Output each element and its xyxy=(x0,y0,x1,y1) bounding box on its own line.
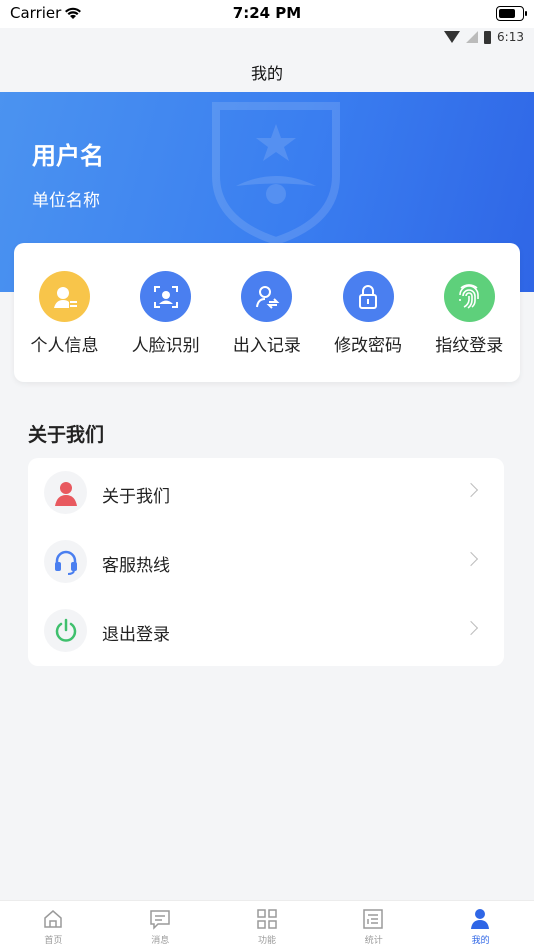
quick-action-label: 出入记录 xyxy=(232,336,301,356)
menu-item-label: 退出登录 xyxy=(102,625,170,645)
menu-item-label: 客服热线 xyxy=(102,556,170,576)
tab-bar: 首页 消息 功能 统计 我的 xyxy=(0,900,534,950)
tab-mine[interactable]: 我的 xyxy=(427,901,534,950)
quick-action-label: 指纹登录 xyxy=(435,336,504,356)
tab-label: 消息 xyxy=(151,936,170,946)
tab-home[interactable]: 首页 xyxy=(0,901,107,950)
message-icon xyxy=(150,910,170,930)
ios-status-bar: Carrier 7:24 PM xyxy=(0,0,534,28)
face-scan-icon xyxy=(140,271,192,322)
menu-item-customer-service[interactable]: 客服热线 xyxy=(28,527,504,596)
quick-action-label: 修改密码 xyxy=(334,336,403,356)
unit-name: 单位名称 xyxy=(32,191,100,211)
settings-menu: 关于我们 客服热线 退出登录 xyxy=(28,458,504,666)
grid-icon xyxy=(256,909,277,929)
tab-label: 首页 xyxy=(44,936,63,946)
quick-actions-card: 个人信息 人脸识别 出入记录 修改密码 指纹登录 xyxy=(14,243,520,382)
fingerprint-icon xyxy=(443,271,495,322)
person-icon xyxy=(44,471,87,514)
tab-messages[interactable]: 消息 xyxy=(107,901,214,950)
battery-icon xyxy=(484,30,492,44)
menu-item-logout[interactable]: 退出登录 xyxy=(28,596,504,665)
access-record-icon xyxy=(241,271,293,322)
profile-icon xyxy=(471,909,490,929)
quick-action-face-recognition[interactable]: 人脸识别 xyxy=(115,243,216,382)
tab-label: 统计 xyxy=(364,936,383,946)
headset-icon xyxy=(44,540,87,583)
battery-level xyxy=(499,9,515,18)
quick-action-label: 个人信息 xyxy=(30,336,99,356)
person-info-icon xyxy=(39,271,90,322)
android-time: 6:13 xyxy=(497,30,524,44)
quick-action-fingerprint-login[interactable]: 指纹登录 xyxy=(419,243,520,382)
menu-item-about-us[interactable]: 关于我们 xyxy=(28,458,504,527)
tab-functions[interactable]: 功能 xyxy=(214,901,321,950)
status-time: 7:24 PM xyxy=(232,4,302,22)
menu-item-label: 关于我们 xyxy=(102,487,170,507)
tab-label: 我的 xyxy=(471,936,490,946)
quick-action-access-records[interactable]: 出入记录 xyxy=(216,243,317,382)
quick-action-personal-info[interactable]: 个人信息 xyxy=(14,243,115,382)
chevron-right-icon xyxy=(463,620,479,636)
tab-label: 功能 xyxy=(257,936,276,946)
battery-icon xyxy=(496,6,527,21)
tab-statistics[interactable]: 统计 xyxy=(320,901,427,950)
lock-icon xyxy=(342,271,394,322)
chevron-right-icon xyxy=(463,482,479,498)
quick-action-change-password[interactable]: 修改密码 xyxy=(318,243,419,382)
wifi-icon xyxy=(444,31,461,43)
no-signal-icon xyxy=(466,31,479,43)
username: 用户名 xyxy=(32,142,104,170)
emblem-watermark-icon xyxy=(212,102,340,246)
page-title: 我的 xyxy=(250,64,283,83)
home-icon xyxy=(44,910,62,928)
quick-action-label: 人脸识别 xyxy=(131,336,200,356)
chevron-right-icon xyxy=(463,551,479,567)
android-status-bar: 6:13 xyxy=(0,28,534,48)
statistics-icon xyxy=(363,909,384,929)
section-title: 关于我们 xyxy=(28,424,105,446)
nav-bar: 我的 xyxy=(0,48,534,92)
power-icon xyxy=(44,609,87,652)
